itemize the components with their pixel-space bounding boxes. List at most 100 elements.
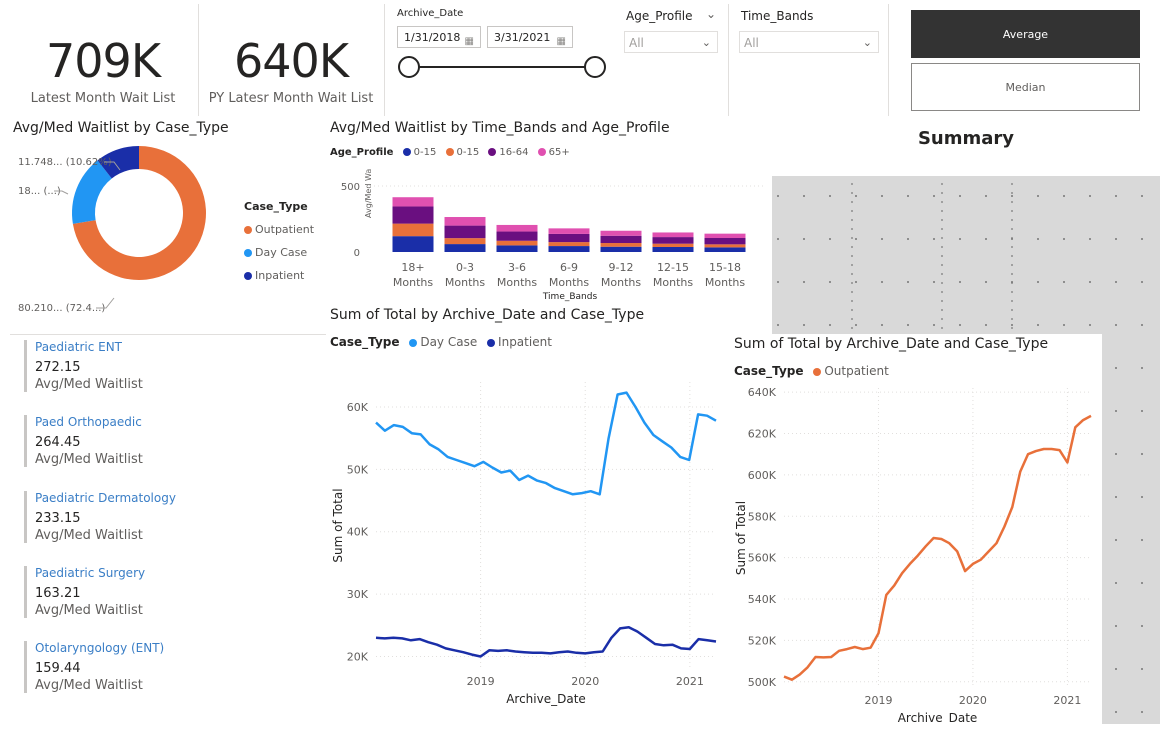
legend-item-outpatient[interactable]: Outpatient [244, 218, 314, 241]
visual-title: Sum of Total by Archive_Date and Case_Ty… [330, 307, 645, 323]
chevron-down-icon[interactable]: ⌄ [706, 7, 716, 21]
list-item[interactable]: Paed Orthopaedic 264.45 Avg/Med Waitlist [24, 415, 143, 467]
calendar-icon[interactable]: ▦ [465, 31, 474, 53]
list-item[interactable]: Paediatric Surgery 163.21 Avg/Med Waitlist [24, 566, 145, 618]
bar-segment [548, 242, 590, 247]
grid-dot [1115, 668, 1117, 670]
series-line-inpatient [375, 625, 717, 658]
legend-title: Case_Type [734, 364, 804, 378]
grid-dot [941, 201, 943, 203]
bar-segment [496, 224, 538, 232]
grid-dot [1011, 195, 1013, 197]
bar-segment [496, 231, 538, 241]
grid-dot [777, 195, 779, 197]
list-item[interactable]: Paediatric Dermatology 233.15 Avg/Med Wait… [24, 491, 176, 543]
grid-dot [907, 281, 909, 283]
grid-dot [855, 238, 857, 240]
grid-dot [829, 195, 831, 197]
grid-dot [851, 237, 853, 239]
grid-dot [851, 273, 853, 275]
grid-dot [803, 238, 805, 240]
y-tick-label: 0 [354, 248, 360, 259]
age-profile-dropdown[interactable]: All ⌄ [624, 31, 718, 53]
grid-dot [959, 238, 961, 240]
kpi-card-py: 640K PY Latesr Month Wait List [198, 4, 383, 116]
summary-panel: Summary [772, 118, 1160, 176]
grid-dot [1037, 238, 1039, 240]
grid-dot [881, 324, 883, 326]
average-button[interactable]: Average [911, 10, 1140, 58]
bar-segment [600, 243, 642, 247]
grid-dot [907, 195, 909, 197]
y-tick-label: 580K [748, 510, 777, 523]
legend-item-inpatient[interactable]: Inpatient [244, 264, 314, 287]
time-bands-dropdown[interactable]: All ⌄ [739, 31, 879, 53]
grid-dot [941, 210, 943, 212]
median-button[interactable]: Median [911, 63, 1140, 111]
slicer-title: Time_Bands [741, 9, 814, 23]
grid-dot [1141, 324, 1143, 326]
grid-dot [1011, 318, 1013, 320]
x-tick-label: 15-18 [709, 261, 741, 274]
grid-dot [777, 281, 779, 283]
line2-legend: Case_Type Outpatient [734, 364, 889, 378]
legend-item[interactable]: Outpatient [824, 364, 888, 378]
grid-dot [1011, 264, 1013, 266]
calendar-icon[interactable]: ▦ [557, 31, 566, 53]
grid-dot [851, 183, 853, 185]
y-axis-label: Sum of Total [734, 501, 748, 575]
legend-item[interactable]: 65+ [549, 147, 570, 158]
legend-item[interactable]: 0-15 [414, 147, 437, 158]
summary-title: Summary [917, 128, 1015, 149]
y-tick-label: 50K [347, 463, 369, 476]
grid-dot [1063, 195, 1065, 197]
grid-dot [907, 238, 909, 240]
legend-item[interactable]: 16-64 [499, 147, 528, 158]
list-item[interactable]: Paediatric ENT 272.15 Avg/Med Waitlist [24, 340, 143, 392]
bar-segment [548, 246, 590, 252]
x-tick-label: Months [549, 276, 589, 289]
grid-dot [1089, 324, 1091, 326]
visual-title: Avg/Med Waitlist by Time_Bands and Age_P… [330, 120, 670, 136]
grid-dot [855, 195, 857, 197]
grid-dot [851, 228, 853, 230]
bar-segment [392, 206, 434, 224]
grid-dot [941, 309, 943, 311]
legend-item[interactable]: Day Case [420, 335, 477, 349]
grid-dot [1141, 625, 1143, 627]
visual-title: Sum of Total by Archive_Date and Case_Ty… [734, 336, 1049, 352]
grid-dot [1115, 582, 1117, 584]
start-date-value: 1/31/2018 [404, 31, 461, 44]
grid-dot [941, 192, 943, 194]
bar-segment [600, 230, 642, 236]
x-tick-label: 2020 [959, 694, 987, 707]
specialty-multirow-card: Paediatric ENT 272.15 Avg/Med Waitlist Pae… [10, 334, 326, 725]
grid-dot [1011, 219, 1013, 221]
y-axis-label: Sum of Total [331, 488, 345, 562]
grid-dot [803, 281, 805, 283]
legend-item[interactable]: 0-15 [457, 147, 480, 158]
grid-dot [1011, 192, 1013, 194]
kpi-label: Latest Month Wait List [30, 91, 176, 106]
list-item[interactable]: Otolaryngology (ENT) 159.44 Avg/Med Waitli… [24, 641, 164, 693]
grid-dot [1011, 210, 1013, 212]
x-tick-label: 2020 [571, 675, 599, 688]
legend-title: Age_Profile [330, 147, 394, 158]
bar-segment [392, 236, 434, 252]
end-date-input[interactable]: 3/31/2021 ▦ [487, 26, 573, 48]
x-tick-label: 18+ [401, 261, 424, 274]
start-date-input[interactable]: 1/31/2018 ▦ [397, 26, 481, 48]
legend-item-daycase[interactable]: Day Case [244, 241, 314, 264]
y-tick-label: 540K [748, 593, 777, 606]
bar-visual: Avg/Med Waitlist by Time_Bands and Age_P… [326, 118, 772, 304]
legend-item[interactable]: Inpatient [498, 335, 552, 349]
x-tick-label: Months [601, 276, 641, 289]
bar-segment [444, 217, 486, 226]
grid-dot [1037, 324, 1039, 326]
x-tick-label: 3-6 [508, 261, 526, 274]
date-range-slider[interactable] [395, 54, 610, 84]
grid-dot [1141, 711, 1143, 713]
bar-segment [600, 246, 642, 252]
x-tick-label: Months [497, 276, 537, 289]
grid-dot [1011, 327, 1013, 329]
